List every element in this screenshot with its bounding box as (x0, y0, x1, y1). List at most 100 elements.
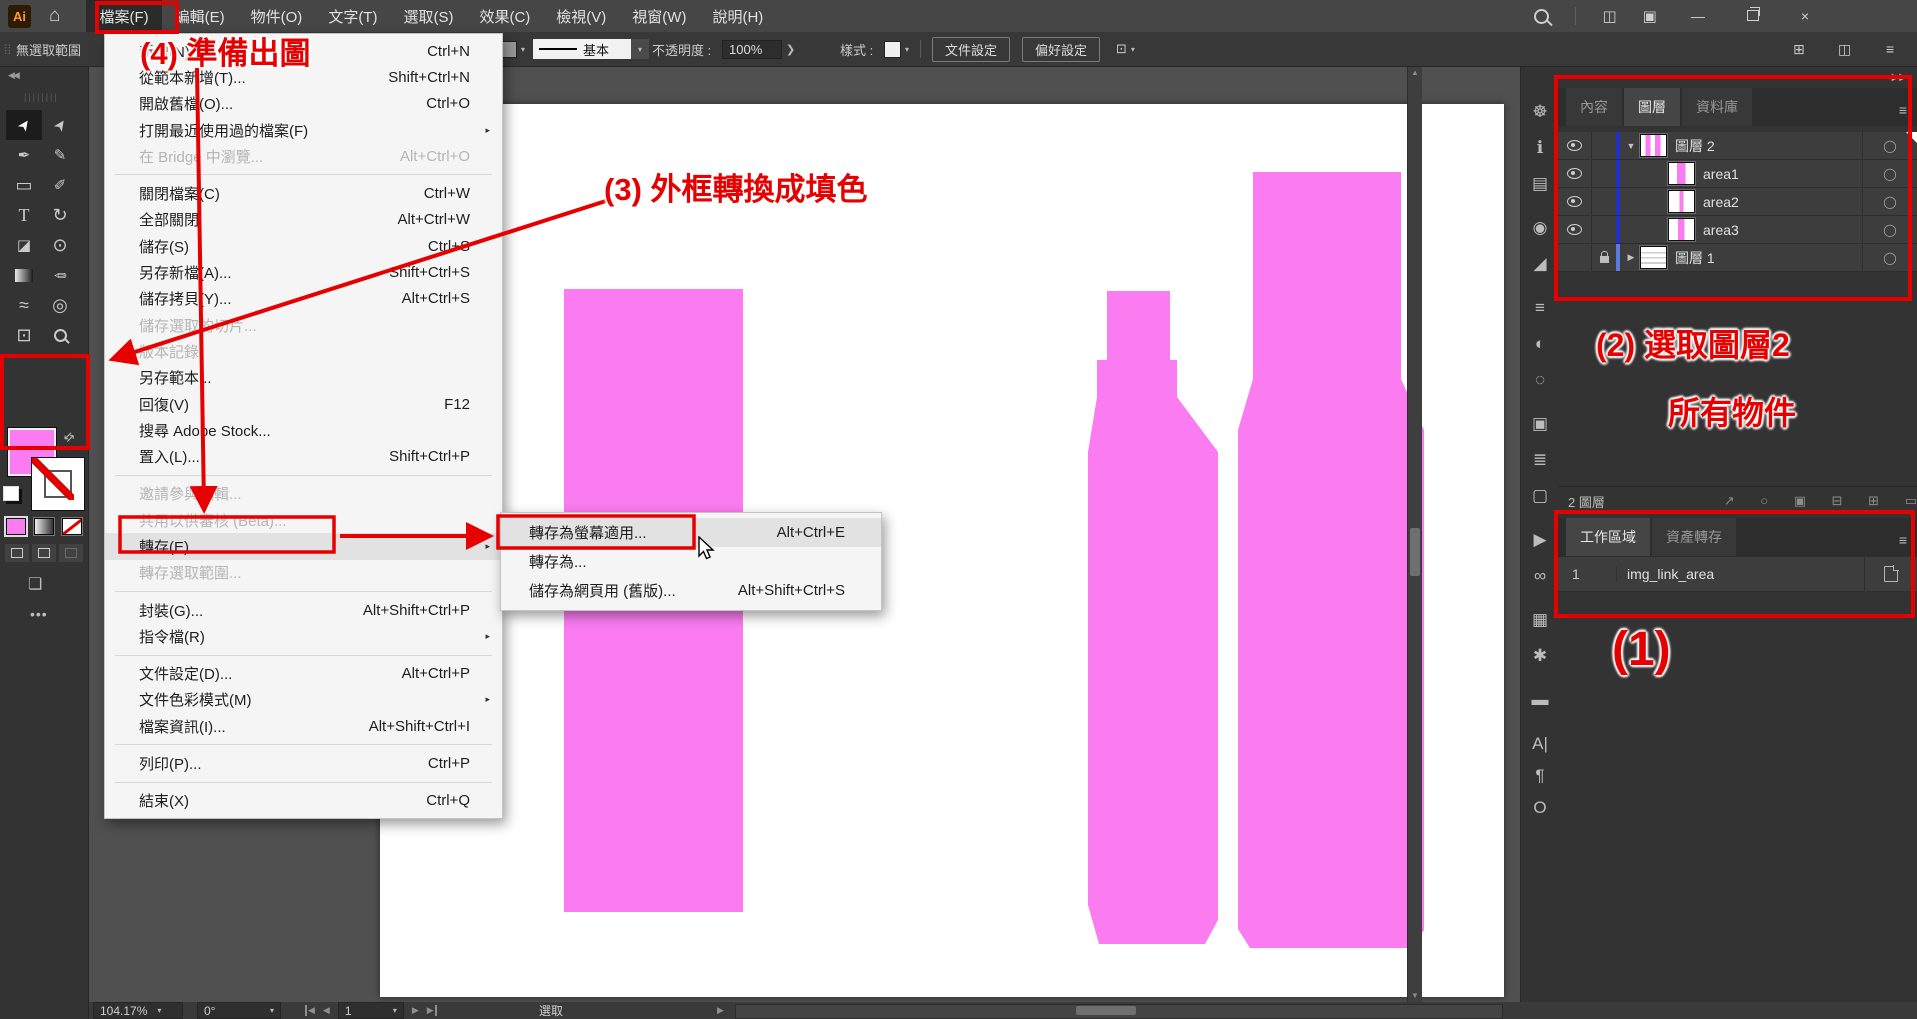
workspace-switcher-icon[interactable]: ▣ (1643, 7, 1657, 25)
horizontal-scrollbar[interactable] (735, 1004, 1503, 1019)
stroke-style-dropdown[interactable]: ▾ (631, 39, 649, 59)
links-panel-icon[interactable]: ∞ (1521, 566, 1559, 586)
actions-panel-icon[interactable]: ▶ (1521, 530, 1559, 550)
menu-item-file-info[interactable]: 檔案資訊(I)... Alt+Shift+Ctrl+I (105, 713, 502, 739)
collapse-panel-icon[interactable]: ◀◀ (8, 70, 18, 81)
horizontal-scroll-thumb[interactable] (1076, 1006, 1136, 1015)
visibility-toggle[interactable] (1558, 132, 1592, 159)
visibility-toggle[interactable] (1558, 160, 1592, 187)
layer-thumbnail[interactable] (1668, 218, 1695, 241)
align-grid-icon[interactable]: ⊞ (1793, 32, 1805, 66)
menu-help[interactable]: 說明(H) (699, 0, 776, 32)
menu-item-share-for-review[interactable]: 共用以供審核 (Beta)... (105, 507, 502, 533)
menu-item-save-as-template[interactable]: 另存範本... (105, 365, 502, 391)
menu-file[interactable]: 檔案(F) (86, 0, 161, 32)
menu-item-browse-in-bridge[interactable]: 在 Bridge 中瀏覽... Alt+Ctrl+O (105, 143, 502, 169)
gradient-annotator-icon[interactable]: ▬ (1521, 690, 1559, 710)
layer-name[interactable]: area3 (1703, 222, 1739, 238)
next-artboard-icon[interactable]: ▶ (412, 1005, 419, 1016)
menu-item-document-color-mode[interactable]: 文件色彩模式(M) ▸ (105, 687, 502, 713)
layer-thumbnail[interactable] (1640, 246, 1667, 269)
scroll-up-icon[interactable]: ▲ (1408, 68, 1422, 77)
direct-selection-tool[interactable]: ➤ (42, 110, 78, 140)
zoom-tool[interactable] (42, 320, 78, 350)
color-mode-button[interactable] (6, 518, 26, 535)
pathfinder-panel-icon[interactable]: ▢ (1521, 486, 1559, 506)
panel-menu-icon[interactable]: ≡ (1899, 102, 1907, 126)
draw-inside-button[interactable] (59, 544, 83, 562)
menu-item-scripts[interactable]: 指令檔(R) ▸ (105, 623, 502, 649)
stroke-color-well[interactable]: ▾ (500, 32, 525, 66)
asset-export-panel-icon[interactable]: ▦ (1521, 610, 1559, 630)
menu-item-close[interactable]: 關閉檔案(C) Ctrl+W (105, 180, 502, 206)
gradient-tool[interactable] (6, 260, 42, 290)
pen-tool[interactable]: ✒ (6, 140, 42, 170)
layer-row-area3[interactable]: area3 ◯ (1558, 216, 1917, 244)
artboard-row[interactable]: 1 img_link_area (1558, 556, 1917, 592)
menu-separator[interactable] (105, 169, 502, 180)
vertical-scrollbar[interactable]: ▲ ▼ (1407, 66, 1422, 1002)
layer-thumbnail[interactable] (1668, 190, 1695, 213)
character-panel-icon[interactable]: A| (1521, 734, 1559, 754)
shaper-tool[interactable]: ⊙ (42, 230, 78, 260)
opacity-options-button[interactable]: ❯ (786, 32, 795, 66)
edit-toolbar-icon[interactable]: ••• (30, 606, 48, 622)
previous-artboard-icon[interactable]: ◀ (323, 1005, 330, 1016)
paragraph-panel-icon[interactable]: ¶ (1521, 766, 1559, 786)
tab-artboards[interactable]: 工作區域 (1566, 518, 1650, 556)
tab-layers[interactable]: 圖層 (1624, 88, 1680, 126)
menu-item-close-all[interactable]: 全部關閉 Alt+Ctrl+W (105, 207, 502, 233)
puppet-warp-tool[interactable]: ≈ (6, 290, 42, 320)
lock-toggle[interactable] (1592, 252, 1616, 263)
new-layer-icon[interactable]: ⊞ (1868, 493, 1879, 508)
opentype-panel-icon[interactable]: O (1521, 798, 1559, 818)
menu-separator[interactable] (105, 650, 502, 661)
layer-thumbnail[interactable] (1668, 162, 1695, 185)
minimize-button[interactable]: — (1683, 8, 1713, 24)
layer-row-area1[interactable]: area1 ◯ (1558, 160, 1917, 188)
target-circle-icon[interactable]: ◯ (1862, 132, 1917, 159)
style-swatch-color[interactable] (884, 41, 901, 58)
arrange-icon[interactable]: ◫ (1838, 32, 1851, 66)
scroll-down-icon[interactable]: ▼ (1408, 991, 1422, 1000)
home-icon[interactable]: ⌂ (49, 5, 60, 27)
snap-options-icon[interactable]: ⊡▾ (1116, 32, 1135, 66)
menu-item-package[interactable]: 封裝(G)... Alt+Shift+Ctrl+P (105, 597, 502, 623)
close-button[interactable]: × (1793, 8, 1817, 24)
opacity-field[interactable]: 100% (722, 32, 782, 66)
tab-asset-export[interactable]: 資產轉存 (1652, 518, 1736, 556)
menu-select[interactable]: 選取(S) (390, 0, 466, 32)
menu-item-save-a-copy[interactable]: 儲存拷貝(Y)... Alt+Ctrl+S (105, 286, 502, 312)
layer-name[interactable]: area2 (1703, 194, 1739, 210)
menu-item-new-from-template[interactable]: 從範本新增(T)... Shift+Ctrl+N (105, 64, 502, 90)
opacity-value[interactable]: 100% (722, 40, 782, 59)
menu-separator[interactable] (105, 777, 502, 788)
menu-item-print[interactable]: 列印(P)... Ctrl+P (105, 750, 502, 776)
tab-libraries[interactable]: 資料庫 (1682, 88, 1752, 126)
pink-bottle-object-2[interactable] (1238, 172, 1424, 948)
gradient-mode-button[interactable] (34, 518, 54, 535)
color-panel-icon[interactable]: ◉ (1521, 218, 1559, 238)
menu-item-save-as[interactable]: 另存新檔(A)... Shift+Ctrl+S (105, 259, 502, 285)
artboard-number-field[interactable]: 1▾ (338, 1002, 404, 1019)
target-circle-icon[interactable]: ◯ (1862, 188, 1917, 215)
target-circle-icon[interactable]: ◯ (1862, 216, 1917, 243)
draw-normal-button[interactable] (5, 544, 29, 562)
layer-name[interactable]: 圖層 1 (1675, 248, 1715, 268)
color-guide-panel-icon[interactable]: ☸ (1521, 102, 1559, 122)
layer-row-layer1[interactable]: ▶ 圖層 1 ◯ (1558, 244, 1917, 272)
arrange-documents-icon[interactable]: ◫ (1602, 7, 1616, 25)
make-clip-mask-icon[interactable]: ▣ (1794, 493, 1806, 508)
menu-item-revert[interactable]: 回復(V) F12 (105, 391, 502, 417)
preferences-button[interactable]: 偏好設定 (1022, 32, 1100, 66)
menu-item-new[interactable]: 新增(N)... Ctrl+N (105, 38, 502, 64)
menu-item-open[interactable]: 開啟舊檔(O)... Ctrl+O (105, 91, 502, 117)
menu-edit[interactable]: 編輯(E) (162, 0, 238, 32)
collect-for-export-icon[interactable]: ↗ (1724, 493, 1735, 508)
style-swatch[interactable]: ▾ (884, 32, 909, 66)
none-mode-button[interactable] (62, 518, 82, 535)
document-info-panel-icon[interactable]: ℹ (1521, 138, 1559, 158)
menu-item-exit[interactable]: 結束(X) Ctrl+Q (105, 788, 502, 814)
rotation-field[interactable]: 0°▾ (197, 1002, 281, 1019)
eraser-tool[interactable]: ◪ (6, 230, 42, 260)
